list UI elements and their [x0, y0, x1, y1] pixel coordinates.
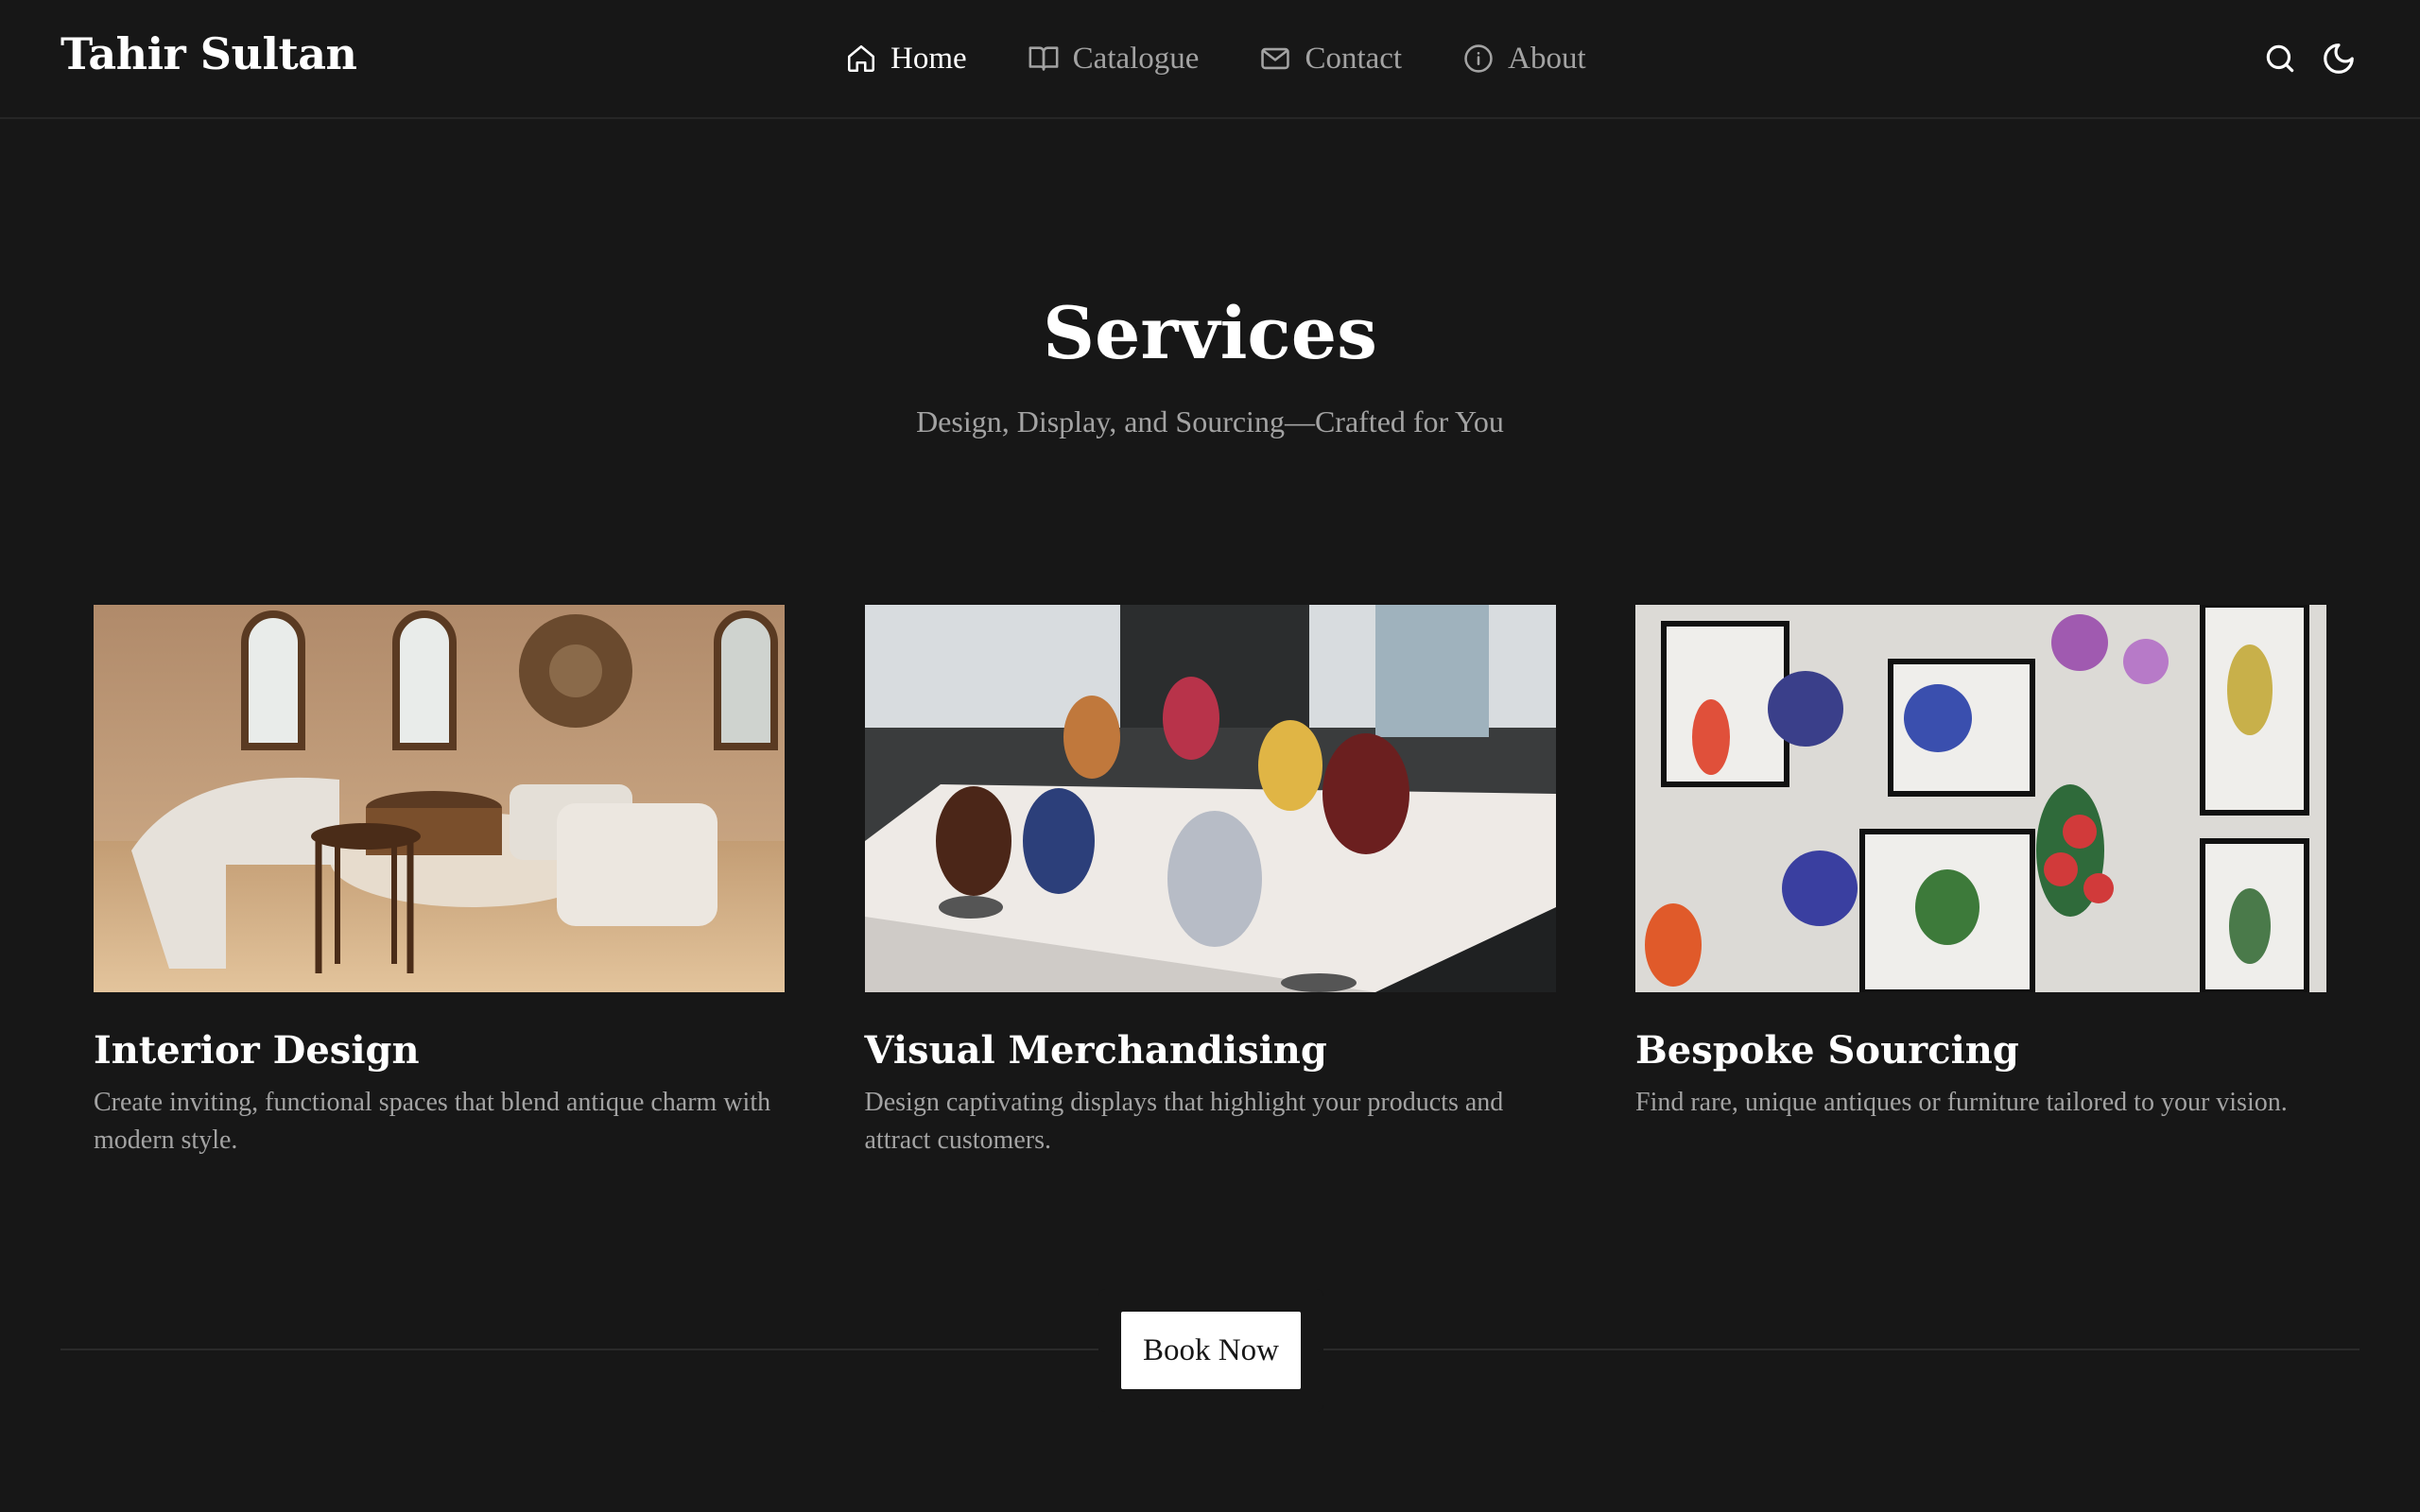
nav-item-home[interactable]: Home [845, 42, 967, 77]
nav-label-catalogue: Catalogue [1072, 41, 1200, 76]
book-open-icon [1028, 46, 1059, 71]
painted-eggs-display-photo [864, 605, 1556, 992]
nav-label-contact: Contact [1305, 41, 1403, 76]
nav-item-catalogue[interactable]: Catalogue [1028, 41, 1200, 77]
service-description: Find rare, unique antiques or furniture … [1635, 1088, 2288, 1117]
main-nav: Home Catalogue Contact About [845, 32, 1586, 85]
services-list: Interior Design Create inviting, functio… [94, 605, 2326, 1160]
moon-icon [2324, 43, 2354, 74]
service-card-bespoke-sourcing[interactable]: Bespoke Sourcing Find rare, unique antiq… [1635, 605, 2326, 1160]
service-card-interior-design[interactable]: Interior Design Create inviting, functio… [94, 605, 785, 1160]
living-room-photo [94, 605, 785, 992]
service-card-visual-merchandising[interactable]: Visual Merchandising Design captivating … [864, 605, 1556, 1160]
service-title: Bespoke Sourcing [1635, 1028, 2019, 1073]
book-now-button[interactable]: Book Now [1121, 1312, 1301, 1389]
search-button[interactable] [2259, 38, 2301, 79]
page-title: Services [1043, 291, 1377, 375]
service-title: Interior Design [94, 1028, 420, 1073]
home-icon [847, 44, 875, 73]
nav-item-contact[interactable]: Contact [1259, 42, 1402, 77]
nav-item-about[interactable]: About [1462, 42, 1586, 77]
service-description: Create inviting, functional spaces that … [94, 1088, 771, 1155]
theme-toggle-button[interactable] [2318, 38, 2360, 79]
search-icon [2266, 44, 2294, 73]
mail-icon [1261, 47, 1290, 70]
wall-art-flowers-photo [1635, 605, 2326, 992]
service-title: Visual Merchandising [864, 1028, 1327, 1073]
nav-label-about: About [1508, 41, 1586, 76]
info-icon [1464, 44, 1493, 73]
header-actions [2242, 38, 2360, 79]
page-subtitle: Design, Display, and Sourcing—Crafted fo… [916, 404, 1504, 438]
nav-label-home: Home [890, 41, 967, 76]
site-logo[interactable]: Tahir Sultan [60, 28, 357, 79]
site-header: Tahir Sultan Home Catalogue Contact Abou… [0, 0, 2420, 119]
service-description: Design captivating displays that highlig… [864, 1088, 1504, 1155]
